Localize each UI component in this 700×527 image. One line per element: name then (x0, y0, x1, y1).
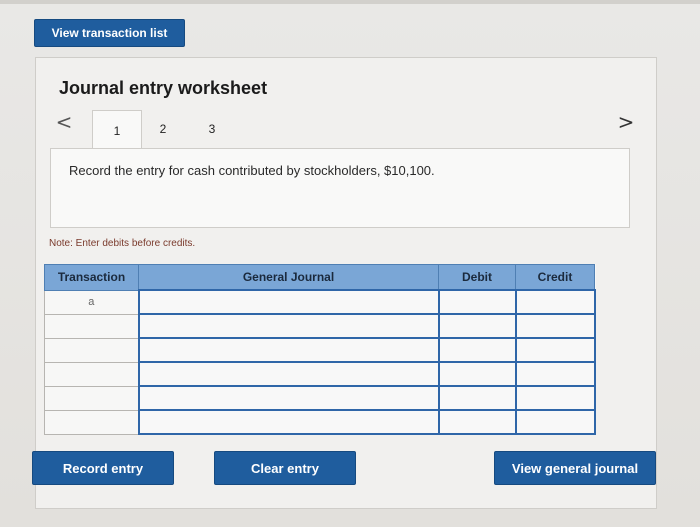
account-field[interactable] (137, 313, 440, 339)
transaction-cell (44, 337, 139, 363)
credit-field[interactable] (514, 385, 596, 411)
screen: View transaction list Journal entry work… (0, 0, 700, 527)
account-field[interactable] (137, 361, 440, 387)
table-row (44, 313, 596, 339)
journal-entry-worksheet: Journal entry worksheet < 1 2 3 > Record… (32, 57, 657, 509)
debit-field[interactable] (437, 313, 517, 339)
account-field[interactable] (137, 385, 440, 411)
record-entry-button[interactable]: Record entry (32, 451, 174, 485)
header-transaction: Transaction (44, 264, 139, 291)
header-debit: Debit (438, 264, 516, 291)
worksheet-title: Journal entry worksheet (59, 78, 268, 98)
table-row (44, 337, 596, 363)
table-row (44, 361, 596, 387)
debit-field[interactable] (437, 337, 517, 363)
transaction-cell (44, 385, 139, 411)
account-field[interactable] (137, 289, 440, 315)
tab-1[interactable]: 1 (92, 110, 142, 150)
transaction-cell: a (44, 289, 139, 315)
credit-field[interactable] (514, 313, 596, 339)
prompt-text: Record the entry for cash contributed by… (69, 163, 435, 178)
credit-field[interactable] (514, 409, 596, 435)
journal-header-row: Transaction General Journal Debit Credit (44, 264, 595, 291)
credit-field[interactable] (514, 289, 596, 315)
table-row (44, 409, 596, 435)
transaction-cell (44, 361, 139, 387)
note-text: Note: Enter debits before credits. (49, 238, 196, 249)
debit-field[interactable] (437, 361, 517, 387)
tab-3[interactable]: 3 (187, 110, 237, 148)
transaction-cell (44, 313, 139, 339)
view-transaction-list-button[interactable]: View transaction list (34, 19, 185, 47)
header-credit: Credit (515, 264, 595, 291)
debit-field[interactable] (437, 289, 517, 315)
top-border (0, 0, 700, 4)
journal-table: Transaction General Journal Debit Credit… (44, 264, 596, 435)
debit-field[interactable] (437, 385, 517, 411)
account-field[interactable] (137, 337, 440, 363)
tab-2[interactable]: 2 (138, 110, 188, 148)
account-field[interactable] (137, 409, 440, 435)
prompt-box: Record the entry for cash contributed by… (50, 148, 630, 228)
credit-field[interactable] (514, 337, 596, 363)
table-row (44, 385, 596, 411)
table-row: a (44, 289, 596, 315)
credit-field[interactable] (514, 361, 596, 387)
next-chevron-icon[interactable]: > (616, 110, 636, 134)
prev-chevron-icon[interactable]: < (54, 110, 74, 134)
header-general-journal: General Journal (138, 264, 439, 291)
clear-entry-button[interactable]: Clear entry (214, 451, 356, 485)
view-general-journal-button[interactable]: View general journal (494, 451, 656, 485)
debit-field[interactable] (437, 409, 517, 435)
transaction-cell (44, 409, 139, 435)
